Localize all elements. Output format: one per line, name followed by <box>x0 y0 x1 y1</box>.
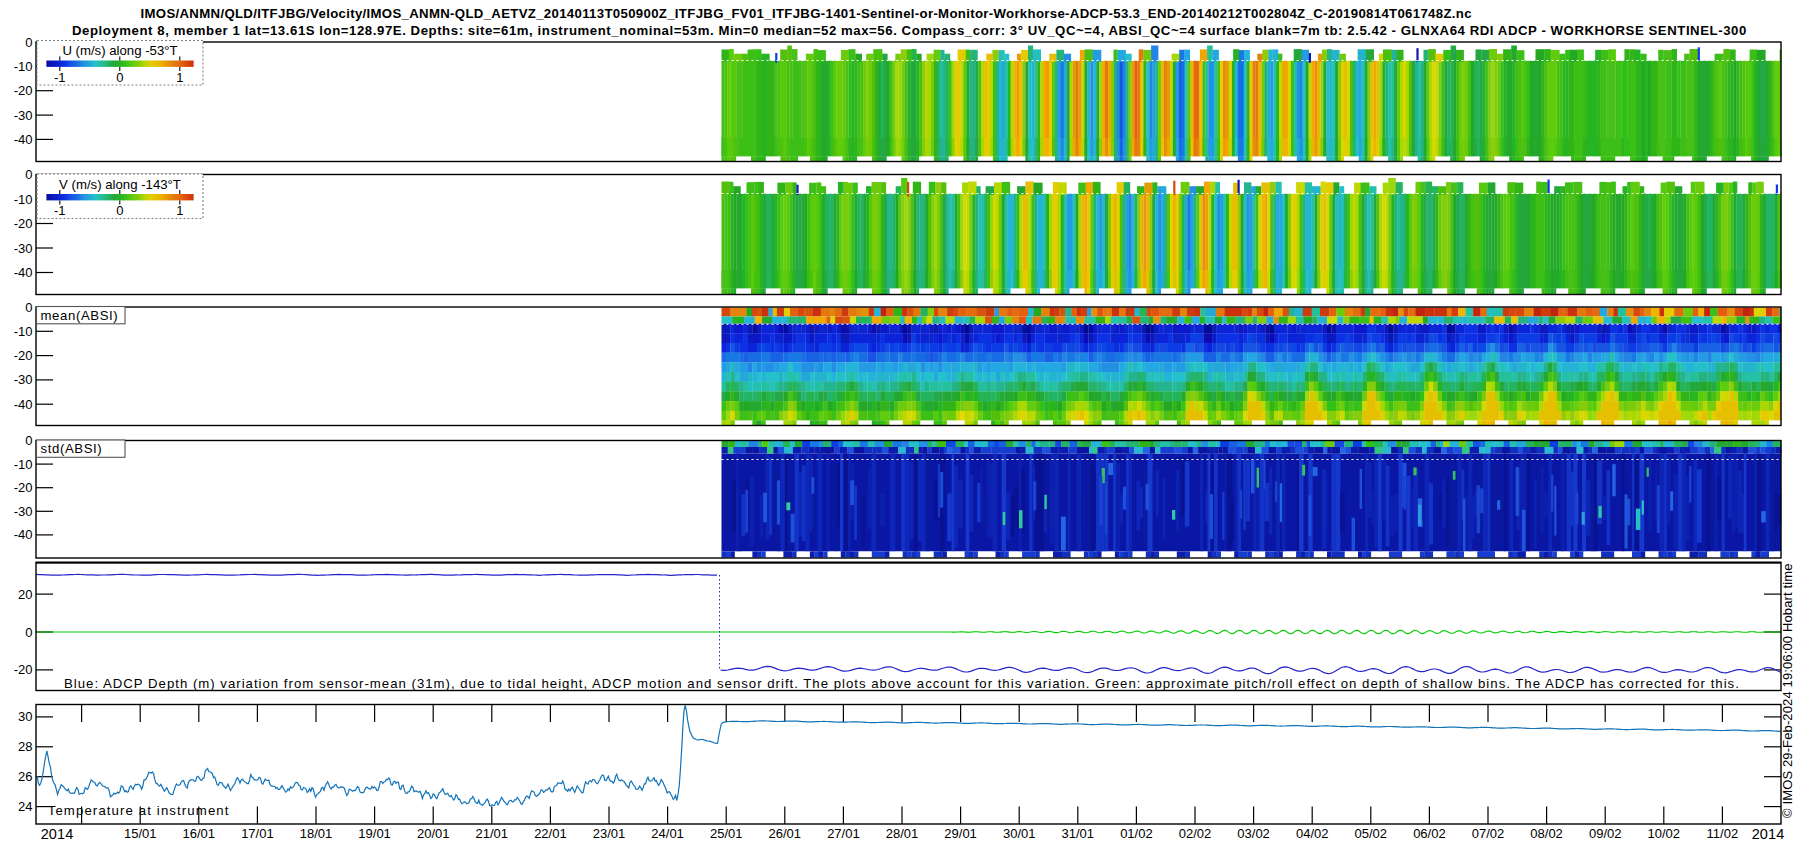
svg-text:09/02: 09/02 <box>1589 826 1622 841</box>
svg-text:01/02: 01/02 <box>1120 826 1153 841</box>
svg-text:04/02: 04/02 <box>1296 826 1329 841</box>
svg-text:30: 30 <box>18 709 32 724</box>
svg-text:0: 0 <box>25 35 32 50</box>
svg-text:30/01: 30/01 <box>1003 826 1036 841</box>
svg-text:22/01: 22/01 <box>534 826 567 841</box>
svg-text:03/02: 03/02 <box>1237 826 1270 841</box>
svg-text:-30: -30 <box>14 504 33 519</box>
svg-text:2014: 2014 <box>1752 826 1785 842</box>
svg-text:IMOS/ANMN/QLD/ITFJBG/Velocity/: IMOS/ANMN/QLD/ITFJBG/Velocity/IMOS_ANMN-… <box>141 6 1472 21</box>
svg-text:-40: -40 <box>14 527 33 542</box>
svg-text:-30: -30 <box>14 108 33 123</box>
svg-text:-20: -20 <box>14 216 33 231</box>
svg-text:0: 0 <box>25 167 32 182</box>
svg-text:1: 1 <box>176 70 183 85</box>
svg-text:0: 0 <box>25 625 32 640</box>
svg-text:21/01: 21/01 <box>476 826 509 841</box>
svg-text:V (m/s) along -143°T: V (m/s) along -143°T <box>59 177 181 192</box>
svg-text:0: 0 <box>25 300 32 315</box>
svg-text:18/01: 18/01 <box>300 826 333 841</box>
svg-text:2014: 2014 <box>41 826 74 842</box>
svg-text:-40: -40 <box>14 397 33 412</box>
svg-text:-10: -10 <box>14 59 33 74</box>
svg-text:10/02: 10/02 <box>1648 826 1681 841</box>
svg-text:06/02: 06/02 <box>1413 826 1446 841</box>
svg-text:20: 20 <box>18 587 32 602</box>
svg-text:-20: -20 <box>14 662 33 677</box>
svg-text:-20: -20 <box>14 83 33 98</box>
svg-text:Deployment 8, member 1 lat=13.: Deployment 8, member 1 lat=13.61S lon=12… <box>72 23 1747 38</box>
svg-text:29/01: 29/01 <box>944 826 977 841</box>
svg-text:08/02: 08/02 <box>1530 826 1563 841</box>
svg-text:Temperature at instrument: Temperature at instrument <box>48 803 230 818</box>
svg-text:11/02: 11/02 <box>1707 826 1739 841</box>
svg-text:-10: -10 <box>14 324 33 339</box>
svg-text:15/01: 15/01 <box>124 826 157 841</box>
svg-text:19/01: 19/01 <box>358 826 391 841</box>
svg-text:07/02: 07/02 <box>1472 826 1505 841</box>
svg-text:0: 0 <box>116 203 123 218</box>
svg-text:26: 26 <box>18 769 32 784</box>
svg-text:-20: -20 <box>14 348 33 363</box>
svg-text:05/02: 05/02 <box>1355 826 1388 841</box>
svg-text:31/01: 31/01 <box>1062 826 1095 841</box>
svg-text:26/01: 26/01 <box>769 826 802 841</box>
svg-text:std(ABSI): std(ABSI) <box>41 441 103 456</box>
svg-text:Blue: ADCP Depth (m) variation: Blue: ADCP Depth (m) variation from sens… <box>64 676 1740 691</box>
svg-text:-40: -40 <box>14 132 33 147</box>
svg-text:mean(ABSI): mean(ABSI) <box>41 308 119 323</box>
svg-text:-30: -30 <box>14 372 33 387</box>
svg-text:U (m/s) along -53°T: U (m/s) along -53°T <box>62 43 177 58</box>
svg-text:24: 24 <box>18 799 32 814</box>
svg-text:© IMOS 29-Feb-2024 19:06:00 Ho: © IMOS 29-Feb-2024 19:06:00 Hobart time <box>1780 563 1795 818</box>
svg-text:25/01: 25/01 <box>710 826 743 841</box>
svg-text:27/01: 27/01 <box>827 826 860 841</box>
svg-text:1: 1 <box>176 203 183 218</box>
svg-text:-10: -10 <box>14 457 33 472</box>
svg-text:17/01: 17/01 <box>241 826 274 841</box>
svg-text:23/01: 23/01 <box>593 826 626 841</box>
svg-text:-20: -20 <box>14 480 33 495</box>
svg-text:-1: -1 <box>54 70 66 85</box>
svg-text:-40: -40 <box>14 265 33 280</box>
svg-text:-1: -1 <box>54 203 66 218</box>
svg-text:0: 0 <box>116 70 123 85</box>
svg-text:02/02: 02/02 <box>1179 826 1212 841</box>
svg-text:0: 0 <box>25 433 32 448</box>
svg-text:28: 28 <box>18 739 32 754</box>
svg-text:-30: -30 <box>14 241 33 256</box>
svg-text:20/01: 20/01 <box>417 826 450 841</box>
svg-text:-10: -10 <box>14 192 33 207</box>
svg-text:24/01: 24/01 <box>651 826 684 841</box>
svg-text:16/01: 16/01 <box>183 826 216 841</box>
svg-text:28/01: 28/01 <box>886 826 919 841</box>
